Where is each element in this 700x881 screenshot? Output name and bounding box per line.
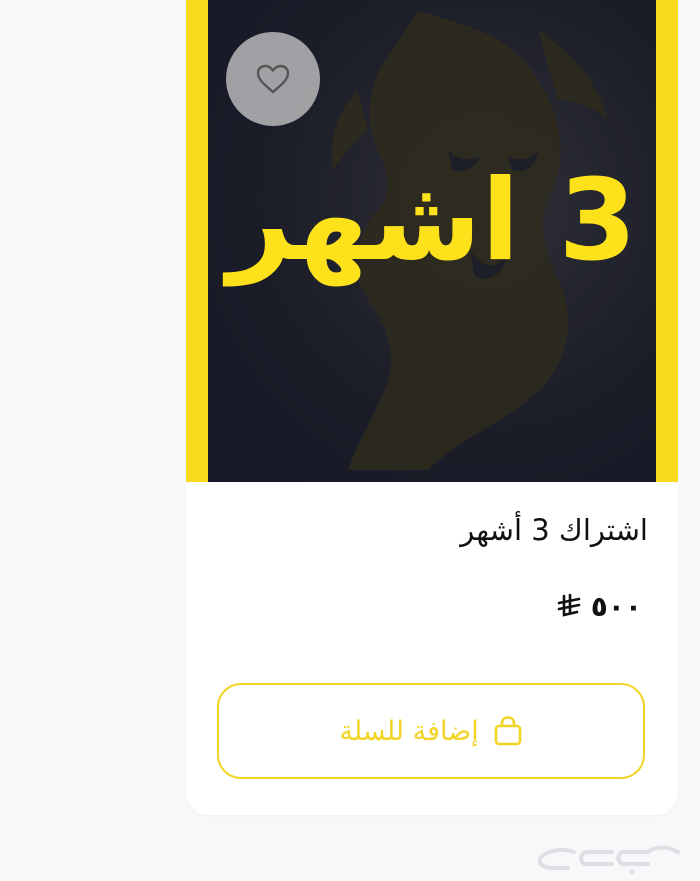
price: ٥٠٠ bbox=[555, 590, 642, 623]
image-title: 3 اشهر bbox=[227, 156, 638, 286]
haraj-watermark-logo bbox=[537, 845, 680, 875]
favorite-button[interactable] bbox=[226, 32, 320, 126]
riyal-icon bbox=[557, 593, 581, 617]
product-name[interactable]: اشتراك 3 أشهر bbox=[460, 513, 648, 547]
add-to-cart-label: إضافة للسلة bbox=[339, 715, 479, 747]
shopping-bag-icon bbox=[494, 716, 521, 746]
heart-icon bbox=[256, 64, 290, 94]
product-card[interactable]: 3 اشهر اشتراك 3 أشهر ٥٠٠ إضافة للسلة bbox=[186, 0, 678, 815]
add-to-cart-button[interactable]: إضافة للسلة bbox=[217, 683, 645, 779]
price-value: ٥٠٠ bbox=[590, 590, 642, 623]
product-image[interactable]: 3 اشهر bbox=[186, 0, 678, 482]
